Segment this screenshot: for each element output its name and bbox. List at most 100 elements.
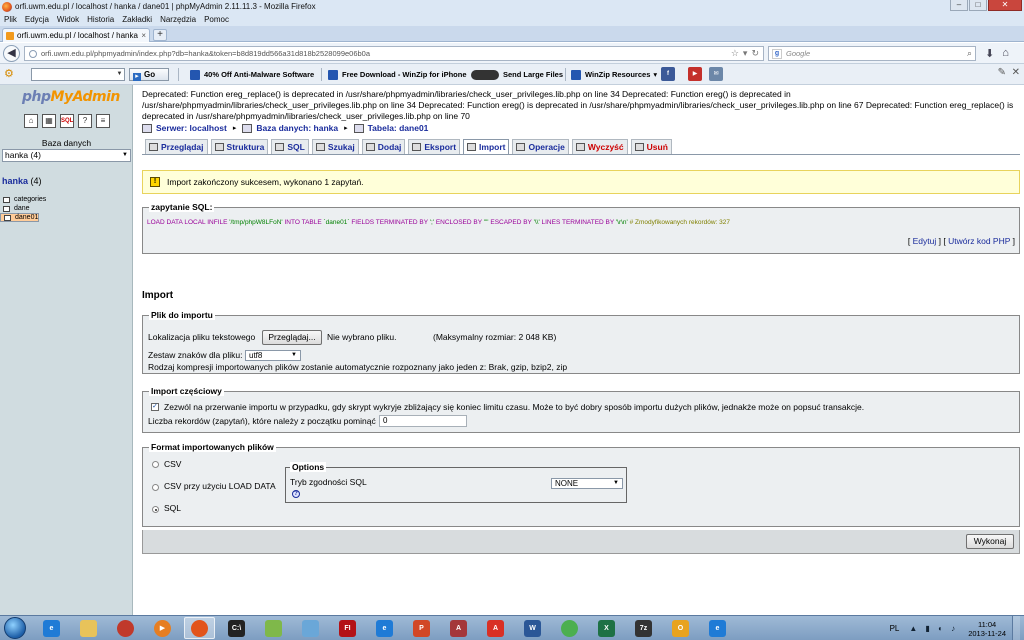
allow-interrupt-checkbox[interactable]: ✓ — [151, 403, 159, 411]
language-indicator[interactable]: PL — [890, 624, 900, 633]
tray-icons[interactable]: ▲ ▮ ◐ ♪ — [909, 624, 958, 633]
tab-operations[interactable]: Operacje — [512, 139, 569, 154]
link-send-large-files[interactable]: Send Large Files — [471, 68, 563, 81]
sql-icon[interactable]: SQL — [60, 114, 74, 128]
tab-import[interactable]: Import — [463, 139, 510, 154]
docs-icon[interactable]: ? — [78, 114, 92, 128]
menu-view[interactable]: Widok — [57, 15, 79, 24]
tab-browse[interactable]: Przeglądaj — [145, 139, 208, 154]
youtube-icon[interactable]: ▶ — [688, 67, 702, 81]
tab-export[interactable]: Eksport — [408, 139, 461, 154]
reload-icon[interactable]: ↻ — [751, 48, 759, 59]
tab-structure[interactable]: Struktura — [210, 139, 269, 154]
menu-file[interactable]: Plik — [4, 15, 17, 24]
breadcrumb-server[interactable]: Serwer: localhost — [156, 123, 227, 133]
taskbar-firefox[interactable] — [184, 617, 215, 639]
create-php-link[interactable]: Utwórz kod PHP — [948, 236, 1010, 246]
menu-history[interactable]: Historia — [87, 15, 114, 24]
charset-select[interactable]: utf8 ▼ — [245, 350, 301, 361]
taskbar-media-center[interactable] — [110, 617, 141, 639]
table-icon[interactable] — [3, 205, 10, 212]
breadcrumb-database[interactable]: Baza danych: hanka — [256, 123, 338, 133]
wrench-icon[interactable]: ✎ — [998, 67, 1006, 78]
edit-link[interactable]: Edytuj — [913, 236, 937, 246]
menu-tools[interactable]: Narzędzia — [160, 15, 196, 24]
table-icon[interactable] — [3, 196, 10, 203]
minimize-button[interactable]: – — [950, 0, 968, 11]
home-icon[interactable]: ⌂ — [1002, 47, 1009, 60]
tab-insert[interactable]: Dodaj — [361, 139, 406, 154]
link-winzip-iphone[interactable]: Free Download - WinZip for iPhone — [328, 68, 467, 81]
menu-help[interactable]: Pomoc — [204, 15, 229, 24]
compat-select[interactable]: NONE ▼ — [551, 478, 623, 489]
menu-edit[interactable]: Edycja — [25, 15, 49, 24]
tab-close-icon[interactable]: × — [141, 31, 146, 40]
tab-drop[interactable]: Usuń — [630, 139, 672, 154]
taskbar-ie3[interactable]: e — [702, 617, 733, 639]
go-button[interactable]: ▸ Go — [129, 68, 169, 81]
search-icon[interactable]: ⌕ — [967, 48, 972, 59]
format-csv-radio[interactable] — [152, 461, 159, 468]
link-winzip-resources[interactable]: WinZip Resources ▾ — [571, 68, 657, 81]
link-anti-malware[interactable]: 40% Off Anti-Malware Software — [190, 68, 314, 81]
taskbar-pdf[interactable]: A — [480, 617, 511, 639]
dropdown-arrow-icon[interactable]: ▾ — [743, 48, 748, 59]
table-item-dane01[interactable]: dane01 — [0, 213, 40, 222]
execute-button[interactable]: Wykonaj — [966, 534, 1014, 549]
browse-button[interactable]: Przeglądaj... — [262, 330, 322, 345]
chevron-down-icon[interactable]: ▼ — [115, 69, 124, 80]
changelog-icon[interactable]: ≡ — [96, 114, 110, 128]
browser-tab[interactable]: orfi.uwm.edu.pl / localhost / hanka / da… — [2, 28, 150, 42]
taskbar-ie[interactable]: e — [36, 617, 67, 639]
skip-records-input[interactable]: 0 — [379, 415, 467, 427]
taskbar-cmd[interactable]: C:\ — [221, 617, 252, 639]
taskbar-filezilla[interactable]: FI — [332, 617, 363, 639]
download-icon[interactable]: ⬇ — [985, 47, 994, 60]
taskbar-access[interactable]: A — [443, 617, 474, 639]
new-tab-button[interactable]: + — [153, 29, 167, 41]
table-item-dane[interactable]: dane — [0, 204, 133, 213]
mail-icon[interactable]: ✉ — [709, 67, 723, 81]
menu-bookmarks[interactable]: Zakładki — [122, 15, 152, 24]
show-desktop-button[interactable] — [1012, 616, 1020, 640]
url-bar[interactable]: orfi.uwm.edu.pl/phpmyadmin/index.php?db=… — [24, 46, 764, 61]
taskbar-chrome[interactable] — [554, 617, 585, 639]
back-button[interactable]: ◀ — [3, 45, 20, 62]
taskbar-powerpoint[interactable]: P — [406, 617, 437, 639]
close-button[interactable]: ✕ — [988, 0, 1022, 11]
breadcrumb-table[interactable]: Tabela: dane01 — [368, 123, 429, 133]
start-button[interactable] — [4, 617, 26, 639]
tab-sql[interactable]: SQL — [271, 139, 309, 154]
taskbar-ie2[interactable]: e — [369, 617, 400, 639]
bookmark-star-icon[interactable]: ☆ — [731, 48, 739, 59]
clock[interactable]: 11:04 2013-11-24 — [968, 620, 1006, 638]
maximize-button[interactable]: □ — [969, 0, 987, 11]
taskbar-outlook[interactable]: O — [665, 617, 696, 639]
taskbar-7zip[interactable]: 7z — [628, 617, 659, 639]
taskbar-excel[interactable]: X — [591, 617, 622, 639]
close-toolbar-icon[interactable]: ✕ — [1012, 67, 1020, 78]
taskbar-notepad[interactable] — [258, 617, 289, 639]
facebook-icon[interactable]: f — [661, 67, 675, 81]
toolbar-combo-input[interactable]: ▼ — [31, 68, 125, 81]
taskbar-word[interactable]: W — [517, 617, 548, 639]
table-item-categories[interactable]: categories — [0, 195, 133, 204]
format-sql-radio[interactable] — [152, 506, 159, 513]
taskbar-explorer[interactable] — [73, 617, 104, 639]
table-icon[interactable] — [4, 214, 11, 221]
format-sql-label: SQL — [164, 503, 182, 513]
db-title[interactable]: hanka (4) — [2, 176, 42, 186]
tab-empty[interactable]: Wyczyść — [571, 139, 628, 154]
sql-links: [ Edytuj ] [ Utwórz kod PHP ] — [907, 236, 1015, 246]
home-icon[interactable]: ⌂ — [24, 114, 38, 128]
query-window-icon[interactable]: ▦ — [42, 114, 56, 128]
gear-icon[interactable]: ⚙ — [4, 67, 14, 80]
format-csv-load-data-radio[interactable] — [152, 484, 159, 491]
tab-search[interactable]: Szukaj — [311, 139, 359, 154]
search-box[interactable]: g Google ⌕ — [768, 46, 976, 61]
help-icon[interactable]: ? — [292, 490, 300, 498]
db-select[interactable]: hanka (4) ▼ — [2, 149, 131, 162]
phpmyadmin-logo[interactable]: phpMyAdmin — [22, 89, 120, 105]
taskbar-media-player[interactable]: ▶ — [147, 617, 178, 639]
taskbar-paint[interactable] — [295, 617, 326, 639]
